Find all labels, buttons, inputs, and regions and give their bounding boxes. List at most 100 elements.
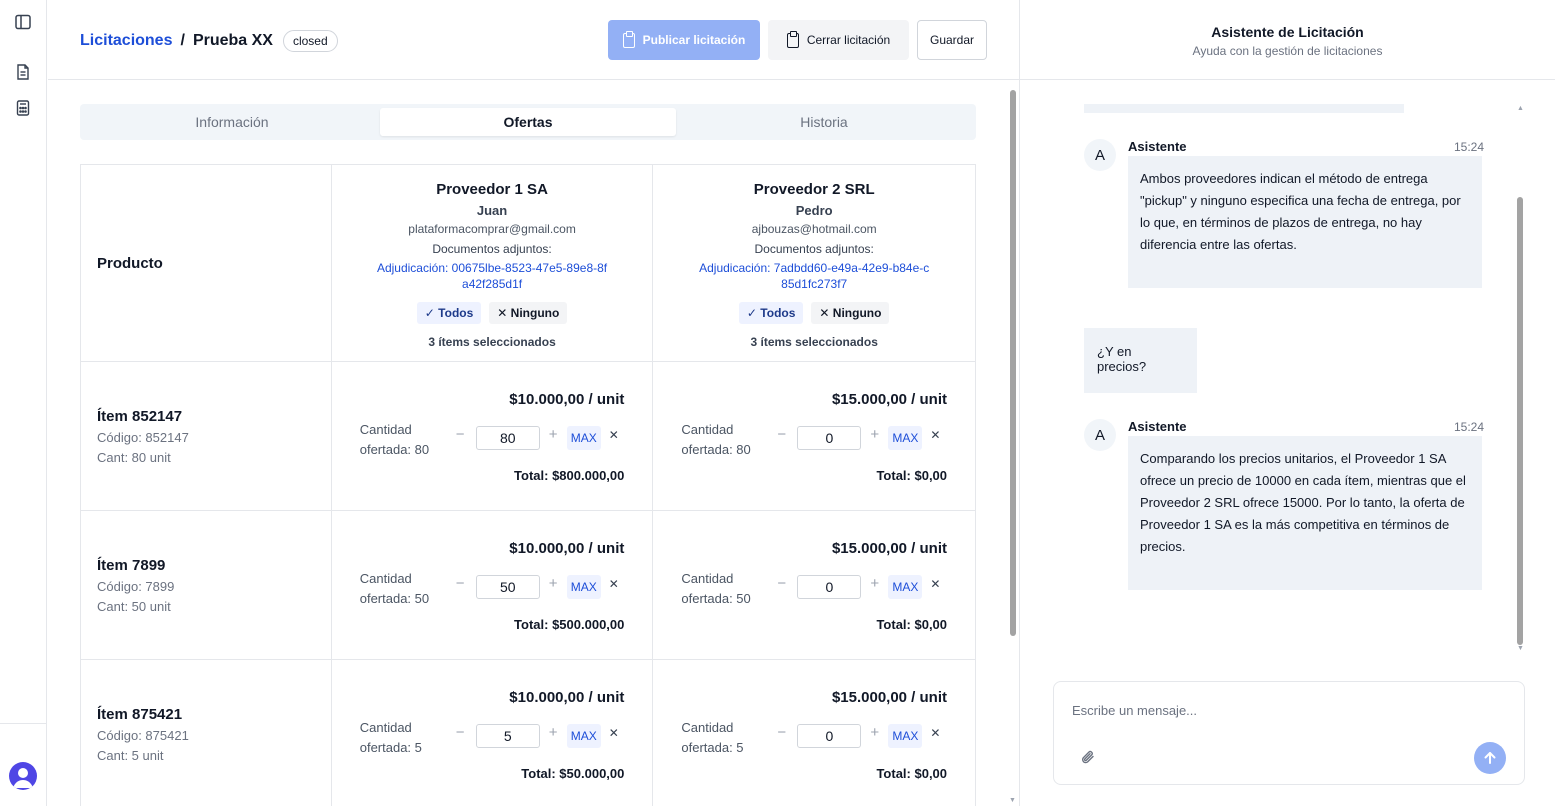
increment-button[interactable]: + [870,575,879,592]
offer-total: Total: $0,00 [876,617,948,632]
table-row: Ítem 875421 Código: 875421 Cant: 5 unit … [81,660,975,806]
offer-cell: $10.000,00 / unit Cantidad ofertada: 5 −… [332,660,654,806]
item-name: Ítem 875421 [97,705,183,723]
clear-quantity-button[interactable]: ✕ [609,428,619,442]
unit-price: $15.000,00 / unit [831,540,948,557]
scroll-down-arrow-icon[interactable]: ▼ [1009,797,1016,804]
tab-informacion[interactable]: Información [84,108,380,136]
publish-tender-button[interactable]: Publicar licitación [608,20,760,60]
document-icon[interactable] [14,63,32,81]
max-quantity-button[interactable]: MAX [888,426,923,450]
message-time: 15:24 [1453,140,1484,154]
scroll-down-arrow-icon[interactable]: ▼ [1517,645,1524,652]
decrement-button[interactable]: − [777,724,786,741]
adjudication-doc-link[interactable]: Adjudicación: 7adbdd60-e49a-42e9-b84e-c8… [653,260,975,292]
adjudication-doc-link[interactable]: Adjudicación: 00675lbe-8523-47e5-89e8-8f… [332,260,653,292]
clear-quantity-button[interactable]: ✕ [609,726,619,740]
decrement-button[interactable]: − [456,426,465,443]
quantity-input[interactable]: 0 [797,426,862,450]
clear-quantity-button[interactable]: ✕ [930,428,940,442]
save-button[interactable]: Guardar [917,20,987,60]
offered-quantity-label: Cantidad ofertada: 5 [681,720,744,755]
user-avatar[interactable] [9,762,37,790]
decrement-button[interactable]: − [456,575,465,592]
send-button[interactable] [1474,742,1506,774]
offered-quantity-label: Cantidad ofertada: 50 [359,571,430,606]
quantity-input[interactable]: 0 [797,724,862,748]
supplier-email: ajbouzas@hotmail.com [751,222,877,236]
max-quantity-button[interactable]: MAX [566,724,601,748]
supplier-name: Proveedor 2 SRL [753,181,875,198]
assistant-avatar: A [1084,139,1116,171]
item-name: Ítem 7899 [97,556,166,574]
paperclip-icon[interactable] [1080,748,1096,766]
unit-price: $10.000,00 / unit [509,689,625,706]
arrow-up-icon [1484,752,1496,764]
message-sender: Asistente [1128,419,1187,434]
increment-button[interactable]: + [870,724,879,741]
quantity-input[interactable]: 50 [475,575,540,599]
publish-tender-label: Publicar licitación [642,33,746,47]
table-header-row: Producto Proveedor 1 SA Juan plataformac… [81,165,975,362]
increment-button[interactable]: + [549,426,558,443]
breadcrumb-separator: / [180,32,185,49]
item-name: Ítem 852147 [97,407,183,425]
left-rail [0,0,47,806]
message-input[interactable]: Escribe un mensaje... [1072,703,1197,718]
select-all-button[interactable]: ✓ Todos [416,302,482,324]
item-code: Código: 7899 [97,578,175,594]
message-composer[interactable]: Escribe un mensaje... [1053,681,1525,785]
tab-ofertas[interactable]: Ofertas [380,108,676,136]
tab-list: Información Ofertas Historia [80,104,976,140]
supplier-email: plataformacomprar@gmail.com [408,222,576,236]
quantity-input[interactable]: 80 [475,426,540,450]
close-tender-label: Cerrar licitación [806,33,891,47]
increment-button[interactable]: + [549,575,558,592]
main-scrollbar-thumb[interactable] [1010,90,1016,636]
sidebar-toggle-icon[interactable] [14,13,32,31]
select-all-button[interactable]: ✓ Todos [738,302,804,324]
chat-messages: A Asistente 15:24 Ambos proveedores indi… [1020,81,1555,651]
select-none-button[interactable]: ✕ Ninguno [489,302,568,324]
scroll-up-arrow-icon[interactable]: ▲ [1517,105,1524,112]
offer-cell: $10.000,00 / unit Cantidad ofertada: 80 … [332,362,654,510]
increment-button[interactable]: + [549,724,558,741]
supplier-column-2: Proveedor 2 SRL Pedro ajbouzas@hotmail.c… [653,165,975,361]
clear-quantity-button[interactable]: ✕ [930,577,940,591]
decrement-button[interactable]: − [777,426,786,443]
assistant-panel: Asistente de Licitación Ayuda con la ges… [1019,0,1555,806]
quantity-input[interactable]: 0 [797,575,862,599]
tab-historia[interactable]: Historia [676,108,972,136]
decrement-button[interactable]: − [456,724,465,741]
message-bubble: Comparando los precios unitarios, el Pro… [1128,436,1482,590]
max-quantity-button[interactable]: MAX [888,724,923,748]
offer-total: Total: $0,00 [876,766,948,781]
max-quantity-button[interactable]: MAX [888,575,923,599]
supplier-contact: Pedro [795,203,833,218]
product-cell: Ítem 852147 Código: 852147 Cant: 80 unit [81,362,332,510]
clear-quantity-button[interactable]: ✕ [609,577,619,591]
decrement-button[interactable]: − [777,575,786,592]
max-quantity-button[interactable]: MAX [566,426,601,450]
calculator-icon[interactable] [14,99,32,117]
message-time: 15:24 [1453,420,1484,434]
user-message: ¿Y en precios? [1084,328,1197,393]
item-quantity: Cant: 50 unit [97,598,171,614]
max-quantity-button[interactable]: MAX [566,575,601,599]
table-row: Ítem 852147 Código: 852147 Cant: 80 unit… [81,362,975,511]
select-none-button[interactable]: ✕ Ninguno [811,302,890,324]
offered-quantity-label: Cantidad ofertada: 80 [681,422,751,457]
page-title: Prueba XX [192,32,273,49]
message-bubble: Ambos proveedores indican el método de e… [1128,156,1482,288]
offers-table: Producto Proveedor 1 SA Juan plataformac… [80,164,976,806]
product-cell: Ítem 875421 Código: 875421 Cant: 5 unit [81,660,332,806]
clear-quantity-button[interactable]: ✕ [930,726,940,740]
increment-button[interactable]: + [870,426,879,443]
message-sender: Asistente [1128,139,1187,154]
unit-price: $10.000,00 / unit [509,391,625,408]
close-tender-button[interactable]: Cerrar licitación [768,20,909,60]
breadcrumb-licitaciones-link[interactable]: Licitaciones [80,32,172,50]
product-cell: Ítem 7899 Código: 7899 Cant: 50 unit [81,511,332,659]
chat-scrollbar-thumb[interactable] [1517,197,1523,645]
quantity-input[interactable]: 5 [475,724,540,748]
